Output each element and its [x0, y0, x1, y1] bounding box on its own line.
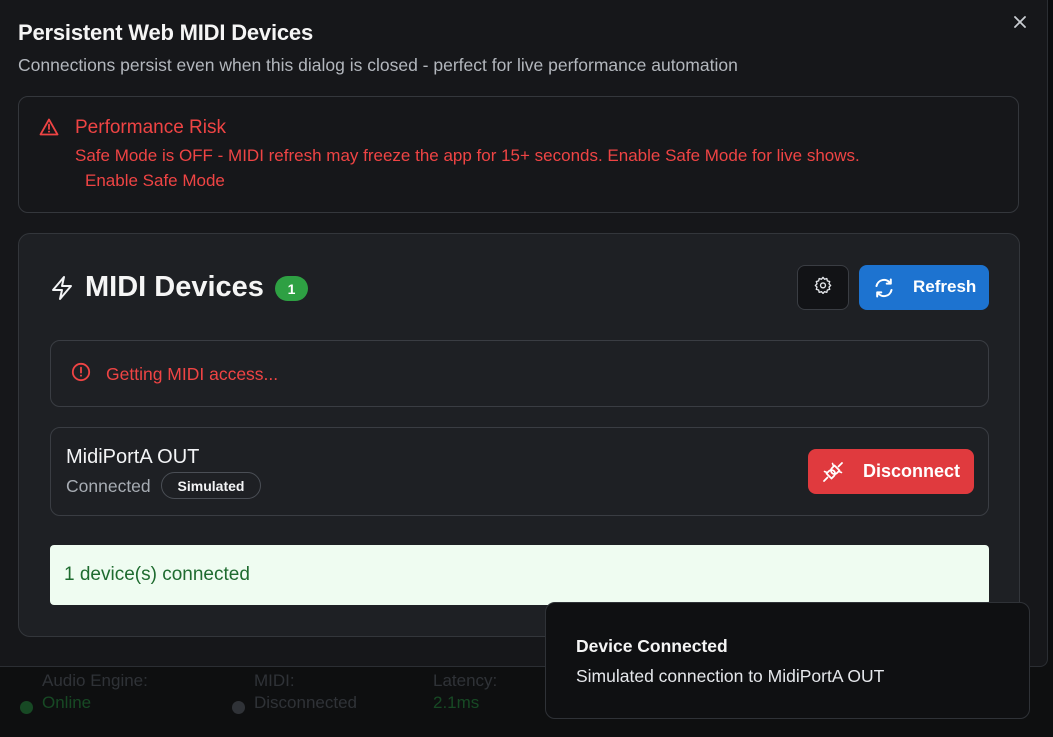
gear-icon: [814, 276, 832, 299]
audio-engine-label: Audio Engine:: [42, 671, 148, 690]
latency-status: Latency: 2.1ms: [433, 670, 497, 714]
risk-title: Performance Risk: [75, 117, 226, 138]
disconnect-button[interactable]: Disconnect: [808, 449, 974, 494]
refresh-button[interactable]: Refresh: [859, 265, 989, 310]
engine-status-dot: [20, 701, 33, 714]
device-row: MidiPortA OUT Connected Simulated Discon…: [50, 427, 989, 516]
midi-status-dot: [232, 701, 245, 714]
midi-status-value: Disconnected: [254, 693, 358, 712]
card-title: MIDI Devices: [85, 271, 264, 303]
toast-title: Device Connected: [576, 636, 728, 656]
alert-circle-icon: [71, 362, 91, 387]
audio-engine-value: Online: [42, 693, 92, 712]
dialog-title: Persistent Web MIDI Devices: [18, 20, 313, 45]
midi-access-status: Getting MIDI access...: [50, 340, 989, 407]
latency-value: 2.1ms: [433, 693, 480, 712]
disconnect-label: Disconnect: [863, 461, 961, 481]
connected-summary-text: 1 device(s) connected: [64, 564, 250, 585]
settings-button[interactable]: [797, 265, 849, 310]
midi-devices-dialog: Persistent Web MIDI Devices Connections …: [0, 0, 1048, 667]
midi-status-label: MIDI:: [254, 671, 295, 690]
device-name: MidiPortA OUT: [66, 446, 200, 468]
latency-label: Latency:: [433, 671, 498, 690]
device-connected-toast[interactable]: Device Connected Simulated connection to…: [545, 602, 1030, 719]
warning-triangle-icon: [39, 118, 59, 141]
simulated-badge: Simulated: [161, 472, 261, 499]
device-status: Connected: [66, 476, 151, 496]
midi-status: MIDI: Disconnected: [232, 670, 358, 714]
refresh-label: Refresh: [913, 277, 977, 296]
device-count-badge: 1: [275, 276, 308, 301]
midi-devices-card: MIDI Devices 1 Refresh Getting MIDI acce…: [18, 233, 1020, 637]
close-icon[interactable]: [1008, 10, 1032, 34]
dialog-subtitle: Connections persist even when this dialo…: [18, 55, 738, 75]
audio-engine-status: Audio Engine: Online: [20, 670, 148, 714]
risk-message: Safe Mode is OFF - MIDI refresh may free…: [75, 146, 860, 165]
toast-description: Simulated connection to MidiPortA OUT: [576, 666, 885, 686]
midi-access-message: Getting MIDI access...: [106, 364, 279, 384]
lightning-icon: [50, 275, 74, 306]
performance-risk-alert: Performance Risk Safe Mode is OFF - MIDI…: [18, 96, 1019, 213]
unplug-icon: [822, 461, 844, 488]
enable-safe-mode-link[interactable]: Enable Safe Mode: [85, 171, 225, 191]
refresh-icon: [873, 277, 895, 304]
connected-summary: 1 device(s) connected: [50, 545, 989, 605]
